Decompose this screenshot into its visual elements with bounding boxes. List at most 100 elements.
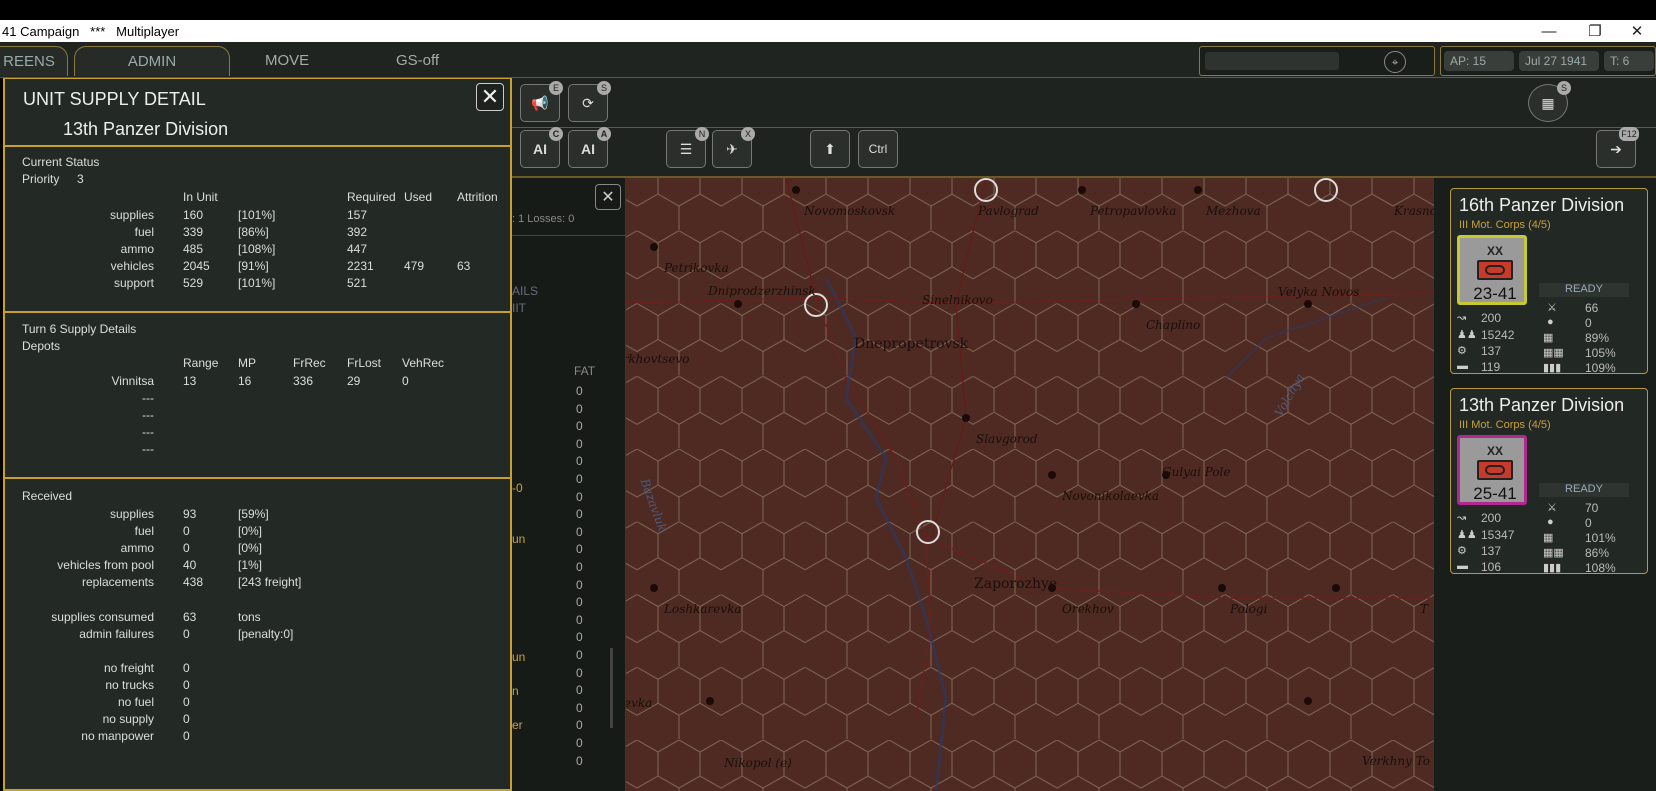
air-mission-button[interactable]: ✈ X [712, 127, 755, 168]
fat-value: 0 [576, 472, 583, 486]
unit-strength: 25-41 [1473, 484, 1517, 503]
close-dialog-button[interactable]: ✕ [476, 83, 504, 111]
ctrl-button[interactable]: Ctrl [858, 130, 898, 168]
received-percent: [0%] [238, 524, 263, 538]
received-value: 93 [183, 507, 197, 521]
armor-symbol-icon [1477, 460, 1513, 480]
fat-value: 0 [576, 665, 583, 680]
close-panel-button[interactable]: ✕ [595, 184, 621, 210]
fat-value: 0 [576, 454, 583, 469]
ai-combat-button[interactable]: AI C [520, 127, 563, 168]
hud-status-box: AP: 15 Jul 27 1941 T: 6 [1440, 46, 1656, 76]
fuel-percent: 105% [1585, 346, 1616, 360]
current-status-section: Current Status Priority 3 In Unit Requir… [5, 147, 510, 313]
fat-value: 0 [576, 489, 583, 504]
upload-button[interactable]: ⬆ [810, 130, 850, 168]
unit-fragment[interactable]: IIT [512, 301, 526, 315]
dialog-title: UNIT SUPPLY DETAIL [23, 89, 206, 109]
consumed-unit: tons [238, 610, 261, 624]
dialog-header: UNIT SUPPLY DETAIL 13th Panzer Division … [5, 79, 510, 147]
ammo-icon: ▮▮▮ [1543, 362, 1562, 374]
map-town: Verkhny To [1362, 754, 1431, 768]
unit-strength: 23-41 [1473, 284, 1517, 303]
turn-supply-section: Turn 6 Supply Details Depots Range MP Fr… [5, 313, 510, 479]
priority-value: 3 [77, 172, 84, 186]
required-value: 392 [347, 225, 368, 239]
ammo-percent: 108% [1585, 561, 1616, 575]
unit-card[interactable]: 13th Panzer Division III Mot. Corps (4/5)… [1450, 388, 1648, 575]
unit-counter[interactable]: XX 25-41 [1457, 435, 1527, 505]
supply-icon: ▦ [1543, 332, 1554, 344]
badge-f12: F12 [1619, 127, 1639, 141]
ai-label: AI [581, 141, 595, 157]
men-count: 15347 [1481, 528, 1515, 542]
ai-auto-button[interactable]: AI A [568, 127, 611, 168]
unit-list-button[interactable]: ☰ N [666, 127, 709, 168]
supply-percent: 101% [1585, 531, 1616, 545]
fuel-icon: ▦▦ [1543, 347, 1564, 359]
consumed-label: supplies consumed [51, 610, 154, 624]
movement-icon: ↝ [1457, 512, 1467, 524]
minimize-button[interactable]: — [1526, 20, 1572, 42]
details-fragment[interactable]: AILS [512, 284, 538, 298]
depot-range: 13 [183, 374, 197, 388]
compass-icon[interactable]: ⌖ [1384, 51, 1406, 73]
next-arrow-icon: ➔ [1610, 140, 1622, 157]
col-header: In Unit [183, 190, 218, 204]
map-toolbar: 📢 E ⟳ S AI C AI A ☰ N ✈ X ⬆ Ctrl ▦ S ➔ F12 [512, 78, 1656, 178]
hex-map[interactable]: Novomoskovsk Pavlograd Petropavlovka Mez… [626, 178, 1434, 791]
menu-move[interactable]: MOVE [265, 52, 309, 69]
combat-value: 66 [1585, 301, 1599, 315]
row-label: vehicles [110, 259, 154, 273]
top-menu-bar: REENS ADMIN MOVE GS-off ⌖ AP: 15 Jul 27 … [0, 42, 1656, 78]
col-header: Range [183, 356, 219, 370]
unit-card[interactable]: 16th Panzer Division III Mot. Corps (4/5)… [1450, 188, 1648, 375]
gun-count: 137 [1481, 544, 1502, 558]
received-label: vehicles from pool [57, 558, 154, 572]
gun-icon: ⚙ [1457, 345, 1467, 357]
refresh-button[interactable]: ⟳ S [568, 81, 611, 122]
panel-scrollbar[interactable] [610, 648, 613, 728]
grid-icon: ▦ [1541, 94, 1555, 111]
failure-value: 0 [183, 678, 190, 692]
received-percent: [59%] [238, 507, 269, 521]
badge-a: A [597, 127, 611, 141]
failure-value: 0 [183, 729, 190, 743]
map-city: Zaporozhye [974, 576, 1058, 592]
fat-value: 0 [576, 700, 583, 715]
bullhorn-button[interactable]: 📢 E [520, 81, 563, 122]
map-town: Pavlograd [978, 204, 1039, 218]
supply-percent: 89% [1585, 331, 1610, 345]
unit-card-corps: III Mot. Corps (4/5) [1459, 419, 1551, 431]
map-town: Nikopol (e) [724, 756, 792, 770]
close-window-button[interactable]: ✕ [1614, 20, 1656, 42]
unit-status: READY [1539, 283, 1629, 297]
badge-e: E [549, 81, 563, 95]
map-town: Krasno [1394, 204, 1434, 218]
failure-label: no trucks [105, 678, 154, 692]
menu-gs-toggle[interactable]: GS-off [396, 52, 439, 69]
unit-counter[interactable]: XX 23-41 [1457, 235, 1527, 305]
in-unit-value: 2045 [183, 259, 210, 273]
map-town: Novomoskovsk [804, 204, 896, 218]
map-town: Pologi [1230, 602, 1268, 616]
map-town: Sinelnikovo [922, 293, 993, 307]
next-turn-button[interactable]: ➔ F12 [1596, 127, 1639, 168]
unit-size-marker: XX [1486, 444, 1503, 458]
menu-screens[interactable]: REENS [0, 46, 68, 76]
turn-number: T: 6 [1604, 51, 1654, 71]
hud-search-field[interactable] [1205, 52, 1339, 70]
fatigue-value: 0 [1585, 316, 1592, 330]
fat-value: 0 [576, 524, 583, 539]
fat-value: 0 [576, 595, 583, 610]
maximize-button[interactable]: ❐ [1572, 20, 1618, 42]
armor-symbol-icon [1477, 260, 1513, 280]
hex-grid [626, 178, 1434, 791]
supply-icon: ▦ [1543, 532, 1554, 544]
menu-admin[interactable]: ADMIN [74, 46, 230, 76]
settings-round-button[interactable]: ▦ S [1528, 81, 1571, 122]
badge-c: C [549, 127, 563, 141]
fuel-icon: ▦▦ [1543, 547, 1564, 559]
failure-value: 0 [183, 695, 190, 709]
ai-label: AI [533, 141, 547, 157]
